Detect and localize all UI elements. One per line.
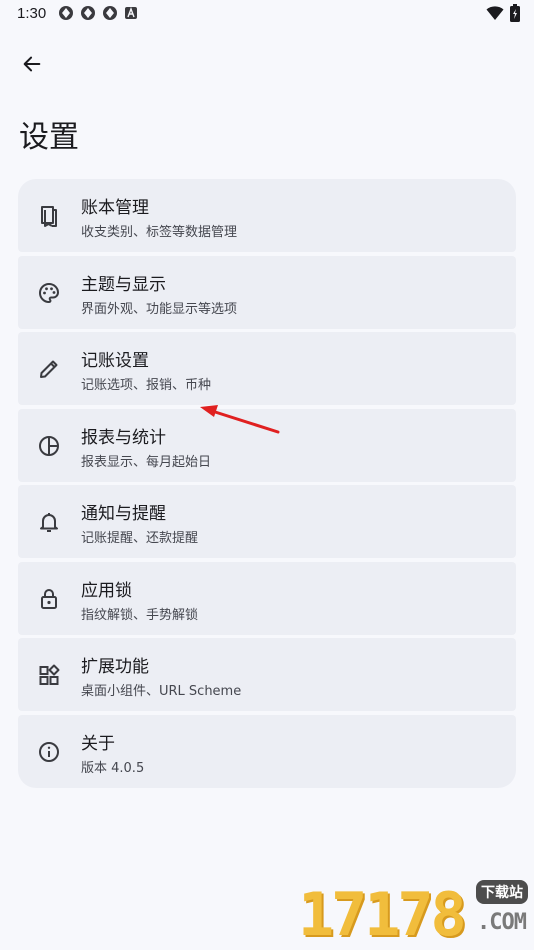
notification-a-icon <box>125 7 137 19</box>
palette-icon <box>36 280 62 306</box>
settings-item-about[interactable]: 关于 版本 4.0.5 <box>18 714 516 788</box>
settings-item-bookkeeping[interactable]: 记账设置 记账选项、报销、币种 <box>18 332 516 405</box>
watermark-badge: 下载站 <box>476 880 528 904</box>
wifi-icon <box>486 6 504 20</box>
status-bar: 1:30 <box>0 0 534 28</box>
settings-item-subtitle: 报表显示、每月起始日 <box>81 454 212 470</box>
settings-item-subtitle: 收支类别、标签等数据管理 <box>81 225 238 240</box>
pencil-icon <box>36 356 62 382</box>
battery-icon <box>510 4 520 22</box>
settings-item-subtitle: 指纹解锁、手势解锁 <box>81 607 199 623</box>
watermark-digits: 17178 <box>298 880 467 950</box>
page-title: 设置 <box>19 120 79 155</box>
status-time: 1:30 <box>17 5 47 22</box>
notification-app-icon <box>103 6 117 20</box>
settings-item-title: 记账设置 <box>81 351 149 371</box>
back-button[interactable] <box>14 46 50 82</box>
settings-item-notifications[interactable]: 通知与提醒 记账提醒、还款提醒 <box>18 485 516 558</box>
settings-item-title: 关于 <box>81 733 115 754</box>
settings-item-subtitle: 界面外观、功能显示等选项 <box>81 301 238 317</box>
settings-item-reports[interactable]: 报表与统计 报表显示、每月起始日 <box>18 408 516 482</box>
notification-app-icon <box>59 6 73 20</box>
settings-item-title: 通知与提醒 <box>81 504 166 524</box>
system-icons <box>486 4 520 22</box>
notification-icons <box>58 5 138 21</box>
bell-icon <box>36 509 62 535</box>
settings-item-title: 主题与显示 <box>81 274 166 295</box>
settings-list: 账本管理 收支类别、标签等数据管理 主题与显示 界面外观、功能显示等选项 记账设… <box>18 179 516 791</box>
settings-item-app-lock[interactable]: 应用锁 指纹解锁、手势解锁 <box>18 561 516 635</box>
settings-item-theme[interactable]: 主题与显示 界面外观、功能显示等选项 <box>18 255 516 329</box>
settings-item-title: 报表与统计 <box>81 427 166 448</box>
watermark-logo: 17178 下载站 .COM <box>298 874 528 950</box>
settings-item-subtitle: 桌面小组件、URL Scheme <box>81 684 242 699</box>
book-icon <box>36 203 62 229</box>
notification-app-icon <box>81 6 95 20</box>
settings-item-title: 扩展功能 <box>81 657 149 677</box>
widgets-icon <box>36 662 62 688</box>
settings-item-subtitle: 版本 4.0.5 <box>81 760 145 776</box>
arrow-back-icon <box>23 56 41 72</box>
settings-item-title: 应用锁 <box>81 580 132 601</box>
watermark-domain: .COM <box>477 910 527 935</box>
pie-chart-icon <box>36 433 62 459</box>
lock-icon <box>36 586 62 612</box>
settings-item-extensions[interactable]: 扩展功能 桌面小组件、URL Scheme <box>18 638 516 711</box>
settings-item-subtitle: 记账提醒、还款提醒 <box>81 531 199 546</box>
settings-item-title: 账本管理 <box>81 198 149 218</box>
settings-item-subtitle: 记账选项、报销、币种 <box>81 378 212 393</box>
info-icon <box>36 739 62 765</box>
settings-item-ledger[interactable]: 账本管理 收支类别、标签等数据管理 <box>18 179 516 252</box>
